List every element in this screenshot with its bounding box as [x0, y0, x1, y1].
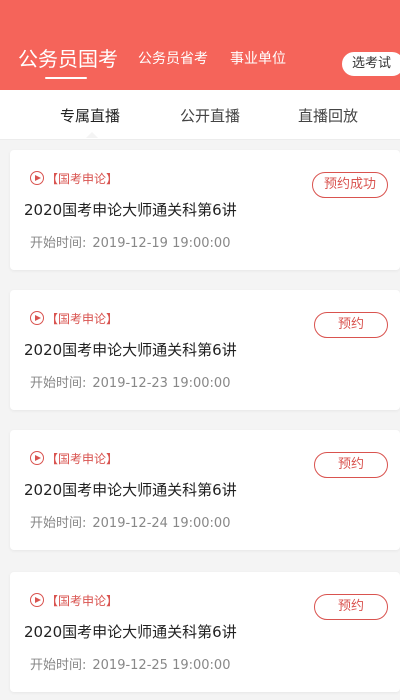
course-title: 2020国考申论大师通关科第6讲	[24, 623, 237, 641]
play-icon	[30, 451, 44, 465]
course-start-time: 开始时间: 2019-12-23 19:00:00	[30, 372, 230, 391]
course-tag: 【国考申论】	[30, 170, 118, 186]
active-tab-indicator	[45, 77, 87, 79]
live-course-card[interactable]: 【国考申论】 2020国考申论大师通关科第6讲 开始时间: 2019-12-19 …	[10, 150, 400, 270]
play-icon	[30, 593, 44, 607]
course-tag-text: 【国考申论】	[46, 451, 119, 466]
select-exam-button[interactable]: 选考试	[342, 52, 400, 76]
start-time-value: 2019-12-23 19:00:00	[92, 376, 231, 391]
course-tag: 【国考申论】	[30, 450, 118, 466]
start-time-label: 开始时间:	[30, 516, 87, 531]
live-course-card[interactable]: 【国考申论】 2020国考申论大师通关科第6讲 开始时间: 2019-12-24 …	[10, 430, 400, 550]
course-title: 2020国考申论大师通关科第6讲	[24, 201, 237, 219]
start-time-value: 2019-12-25 19:00:00	[92, 658, 231, 673]
course-tag-text: 【国考申论】	[46, 593, 119, 608]
live-course-card[interactable]: 【国考申论】 2020国考申论大师通关科第6讲 开始时间: 2019-12-23 …	[10, 290, 400, 410]
play-icon	[30, 171, 44, 185]
tab-national-exam[interactable]: 公务员国考	[18, 43, 118, 72]
start-time-label: 开始时间:	[30, 658, 87, 673]
course-tag: 【国考申论】	[30, 592, 118, 608]
course-tag-text: 【国考申论】	[46, 171, 119, 186]
live-course-card[interactable]: 【国考申论】 2020国考申论大师通关科第6讲 开始时间: 2019-12-25 …	[10, 572, 400, 692]
subtab-exclusive-live[interactable]: 专属直播	[60, 105, 120, 126]
course-start-time: 开始时间: 2019-12-24 19:00:00	[30, 512, 230, 531]
tab-provincial-exam[interactable]: 公务员省考	[138, 48, 208, 68]
start-time-value: 2019-12-24 19:00:00	[92, 516, 231, 531]
app-root: 公务员国考 公务员省考 事业单位 选考试 专属直播 公开直播 直播回放 【国考申…	[0, 0, 400, 700]
book-button[interactable]: 预约	[314, 594, 388, 620]
course-start-time: 开始时间: 2019-12-19 19:00:00	[30, 232, 230, 251]
book-button[interactable]: 预约	[314, 312, 388, 338]
subtab-public-live[interactable]: 公开直播	[180, 105, 240, 126]
start-time-label: 开始时间:	[30, 376, 87, 391]
course-tag: 【国考申论】	[30, 310, 118, 326]
top-header: 公务员国考 公务员省考 事业单位 选考试	[0, 0, 400, 90]
course-title: 2020国考申论大师通关科第6讲	[24, 341, 237, 359]
sub-tab-bar: 专属直播 公开直播 直播回放	[0, 90, 400, 140]
tab-public-institution[interactable]: 事业单位	[230, 48, 286, 68]
book-button[interactable]: 预约	[314, 452, 388, 478]
course-start-time: 开始时间: 2019-12-25 19:00:00	[30, 654, 230, 673]
booked-button[interactable]: 预约成功	[312, 172, 388, 198]
course-tag-text: 【国考申论】	[46, 311, 119, 326]
play-icon	[30, 311, 44, 325]
active-subtab-caret	[86, 132, 98, 138]
start-time-label: 开始时间:	[30, 236, 87, 251]
subtab-live-replay[interactable]: 直播回放	[298, 105, 358, 126]
start-time-value: 2019-12-19 19:00:00	[92, 236, 231, 251]
course-title: 2020国考申论大师通关科第6讲	[24, 481, 237, 499]
